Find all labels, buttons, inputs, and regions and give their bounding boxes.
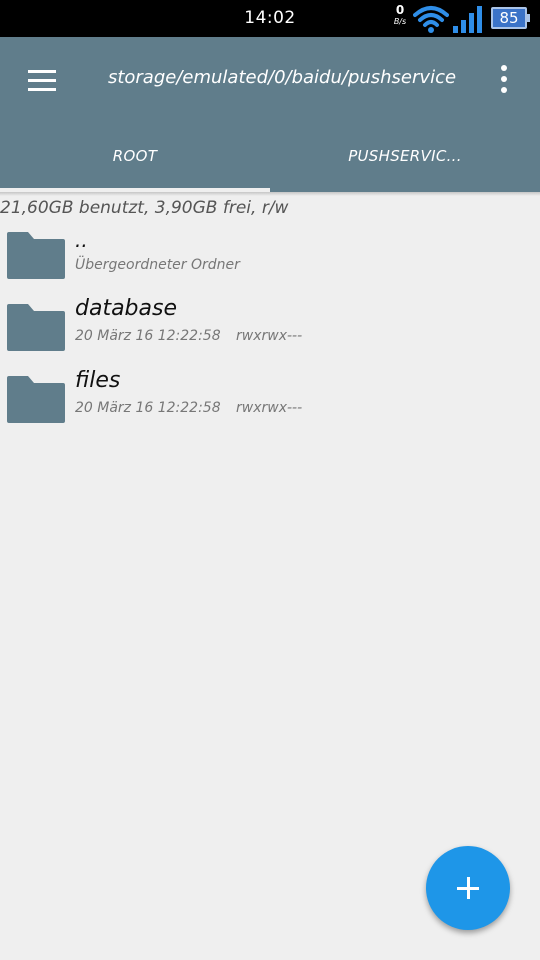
wifi-icon [413,6,449,33]
menu-icon[interactable] [22,61,62,101]
file-permissions: rwxrwx--- [236,400,303,416]
signal-icon [453,6,482,33]
file-item-files[interactable]: files 20 März 16 12:22:58 rwxrwx--- [0,362,540,432]
file-item-parent[interactable]: .. Übergeordneter Ordner [0,218,540,288]
folder-icon [7,304,65,351]
battery-icon: 85 [491,7,530,29]
network-speed-unit: B/s [393,17,407,26]
app-bar: storage/emulated/0/baidu/pushservice ROO… [0,37,540,192]
file-date: 20 März 16 12:22:58 [75,400,221,416]
file-name: database [75,296,177,321]
add-button[interactable] [426,846,510,930]
file-item-database[interactable]: database 20 März 16 12:22:58 rwxrwx--- [0,290,540,360]
tab-root[interactable]: ROOT [0,147,270,192]
folder-icon [7,376,65,423]
file-name: .. [75,228,88,252]
file-subtitle: Übergeordneter Ordner [75,257,240,273]
network-speed-value: 0 [395,3,405,17]
network-speed: 0 B/s [386,3,414,27]
file-permissions: rwxrwx--- [236,328,303,344]
app-bar-shadow [0,192,540,196]
file-name: files [75,368,121,393]
more-options-icon[interactable] [492,63,516,95]
tab-pushservice[interactable]: PUSHSERVIC... [270,147,540,192]
file-date: 20 März 16 12:22:58 [75,328,221,344]
path-title: storage/emulated/0/baidu/pushservice [107,67,457,88]
storage-info: 21,60GB benutzt, 3,90GB frei, r/w [0,198,289,218]
status-bar: 14:02 0 B/s 85 [0,0,540,37]
folder-icon [7,232,65,279]
